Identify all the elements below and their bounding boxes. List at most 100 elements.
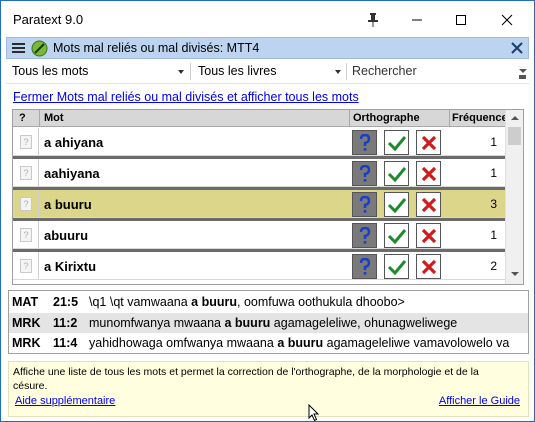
frequency-cell: 2 bbox=[490, 259, 497, 273]
column-header-spelling[interactable]: Orthographe bbox=[353, 112, 420, 124]
word-cell: abuuru bbox=[44, 228, 89, 243]
reference-text-before: \q1 \qt vamwaana bbox=[89, 295, 192, 309]
help-description: Affiche une liste de tous les mots et pe… bbox=[13, 366, 479, 392]
close-button[interactable] bbox=[485, 1, 529, 39]
maximize-icon bbox=[456, 15, 466, 25]
question-icon bbox=[359, 195, 370, 213]
pin-button[interactable] bbox=[351, 1, 395, 39]
reference-text-match: a buuru bbox=[224, 315, 271, 330]
question-icon bbox=[359, 164, 370, 182]
unknown-status-icon: ? bbox=[20, 259, 32, 273]
window-title: Paratext 9.0 bbox=[13, 12, 84, 27]
column-header-word[interactable]: Mot bbox=[44, 112, 64, 124]
panel-title: Mots mal reliés ou mal divisés: MTT4 bbox=[53, 41, 260, 55]
panel-close-button[interactable] bbox=[511, 42, 523, 54]
correct-spelling-button[interactable] bbox=[384, 192, 409, 217]
spelling-tool-icon bbox=[31, 40, 48, 57]
reference-chapter-verse: 11:2 bbox=[53, 315, 78, 330]
unknown-spelling-button[interactable] bbox=[352, 223, 377, 248]
close-icon bbox=[511, 42, 523, 54]
frequency-cell: 1 bbox=[490, 166, 497, 180]
more-help-link[interactable]: Aide supplémentaire bbox=[15, 395, 115, 407]
table-row[interactable]: ? a ahiyana 1 bbox=[13, 128, 505, 160]
minimize-icon bbox=[412, 19, 422, 21]
check-icon bbox=[387, 228, 406, 244]
divider bbox=[190, 63, 191, 80]
unknown-status-icon: ? bbox=[20, 135, 32, 149]
words-filter-dropdown[interactable]: Tous les mots bbox=[12, 64, 88, 78]
vertical-scrollbar[interactable] bbox=[505, 110, 523, 284]
correct-spelling-button[interactable] bbox=[384, 223, 409, 248]
incorrect-spelling-button[interactable] bbox=[416, 192, 441, 217]
row-status: ? bbox=[13, 252, 39, 280]
frequency-cell: 1 bbox=[490, 135, 497, 149]
show-guide-link[interactable]: Afficher le Guide bbox=[439, 395, 520, 407]
reference-text: yahidhowaga omfwanya mwaana a buuru agam… bbox=[89, 336, 509, 350]
row-status: ? bbox=[13, 128, 39, 156]
word-cell: a Kirixtu bbox=[44, 259, 97, 274]
incorrect-spelling-button[interactable] bbox=[416, 130, 441, 155]
divider bbox=[449, 110, 450, 127]
close-filter-link[interactable]: Fermer Mots mal reliés ou mal divisés et… bbox=[13, 90, 359, 104]
grid-header: ? Mot Orthographe Fréquence bbox=[13, 110, 508, 127]
books-filter-dropdown[interactable]: Tous les livres bbox=[198, 64, 277, 78]
question-icon bbox=[359, 133, 370, 151]
word-cell: aahiyana bbox=[44, 166, 100, 181]
correct-spelling-button[interactable] bbox=[384, 161, 409, 186]
unknown-status-icon: ? bbox=[20, 197, 32, 211]
incorrect-spelling-button[interactable] bbox=[416, 161, 441, 186]
table-row[interactable]: ? abuuru 1 bbox=[13, 221, 505, 253]
mouse-cursor-icon bbox=[308, 404, 320, 422]
correct-spelling-button[interactable] bbox=[384, 254, 409, 279]
maximize-button[interactable] bbox=[439, 1, 483, 39]
incorrect-spelling-button[interactable] bbox=[416, 254, 441, 279]
filter-bar: Tous les mots Tous les livres Rechercher bbox=[6, 60, 529, 84]
x-icon bbox=[421, 135, 436, 150]
question-icon bbox=[359, 226, 370, 244]
reference-text-match: a buuru bbox=[191, 295, 237, 309]
word-cell: a ahiyana bbox=[44, 135, 104, 150]
x-icon bbox=[421, 259, 436, 274]
table-row[interactable]: ? a buuru 3 bbox=[13, 190, 505, 222]
minimize-button[interactable] bbox=[395, 1, 439, 39]
table-row[interactable]: ? aahiyana 1 bbox=[13, 159, 505, 191]
check-icon bbox=[387, 197, 406, 213]
x-icon bbox=[421, 197, 436, 212]
chevron-down-icon[interactable] bbox=[178, 70, 184, 74]
check-icon bbox=[387, 135, 406, 151]
row-status: ? bbox=[13, 190, 39, 218]
reference-text-after: , oomfuwa oothukula dhoobo> bbox=[237, 295, 405, 309]
reference-item[interactable]: MRK 11:2 munomfwanya mwaana a buuru agamag… bbox=[9, 312, 528, 333]
scroll-thumb[interactable] bbox=[508, 127, 521, 145]
search-input[interactable]: Rechercher bbox=[352, 64, 417, 78]
divider bbox=[39, 110, 40, 127]
table-row[interactable]: ? a Kirixtu 2 bbox=[13, 252, 505, 280]
row-line bbox=[13, 186, 505, 187]
unknown-spelling-button[interactable] bbox=[352, 161, 377, 186]
row-line bbox=[13, 279, 505, 280]
reference-item[interactable]: MRK 11:4 yahidhowaga omfwanya mwaana a buu… bbox=[9, 333, 528, 353]
correct-spelling-button[interactable] bbox=[384, 130, 409, 155]
unknown-spelling-button[interactable] bbox=[352, 254, 377, 279]
incorrect-spelling-button[interactable] bbox=[416, 223, 441, 248]
row-status: ? bbox=[13, 159, 39, 187]
column-header-frequency[interactable]: Fréquence bbox=[452, 112, 508, 124]
x-icon bbox=[421, 166, 436, 181]
help-panel: Affiche une liste de tous les mots et pe… bbox=[8, 361, 529, 417]
scroll-down-icon[interactable] bbox=[511, 272, 519, 276]
frequency-cell: 1 bbox=[490, 228, 497, 242]
column-header-q[interactable]: ? bbox=[19, 112, 26, 124]
unknown-spelling-button[interactable] bbox=[352, 130, 377, 155]
reference-item[interactable]: MAT 21:5 \q1 \qt vamwaana a buuru, oomfuwa… bbox=[9, 292, 528, 312]
hamburger-menu-button[interactable] bbox=[12, 42, 26, 54]
scroll-up-icon[interactable] bbox=[511, 116, 519, 120]
filter-scroll[interactable] bbox=[518, 66, 527, 82]
row-status: ? bbox=[13, 221, 39, 249]
row-line bbox=[13, 217, 505, 218]
reference-text-before: yahidhowaga omfwanya mwaana bbox=[89, 336, 278, 350]
references-list: MAT 21:5 \q1 \qt vamwaana a buuru, oomfuwa… bbox=[8, 290, 529, 354]
divider bbox=[346, 63, 347, 80]
reference-chapter-verse: 11:4 bbox=[53, 336, 78, 350]
chevron-down-icon[interactable] bbox=[335, 70, 341, 74]
unknown-spelling-button[interactable] bbox=[352, 192, 377, 217]
